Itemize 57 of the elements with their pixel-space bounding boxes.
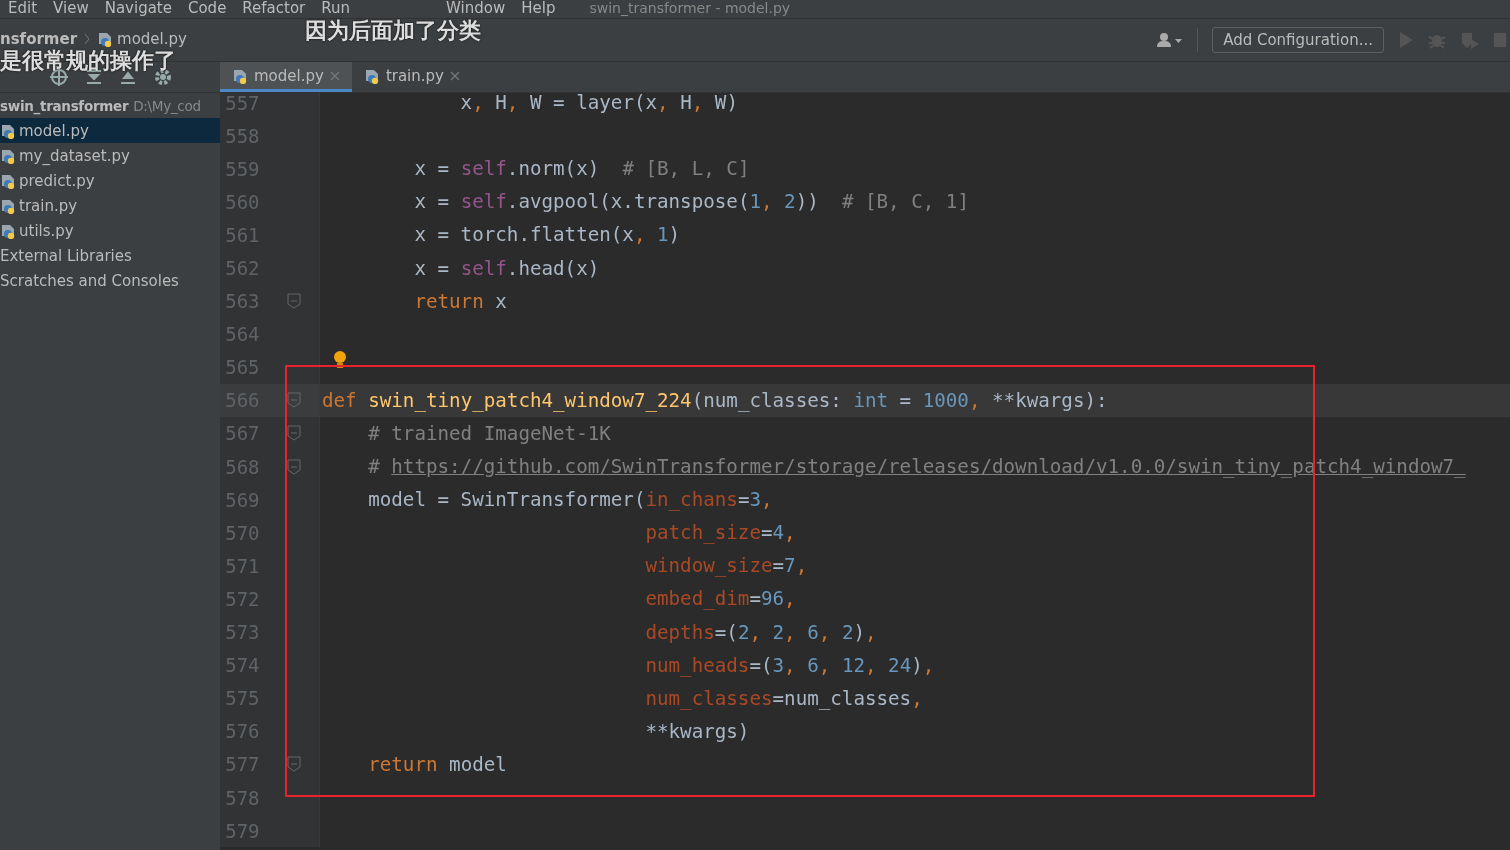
tree-item[interactable]: Scratches and Consoles: [0, 268, 220, 293]
python-file-icon: [0, 197, 16, 214]
menu-item[interactable]: Window: [438, 0, 514, 17]
editor-tab[interactable]: train.py: [351, 62, 472, 92]
tree-item[interactable]: utils.py: [0, 218, 220, 243]
code-line: # trained ImageNet-1K: [367, 422, 611, 445]
code-line: x, H, W = layer(x, H, W): [459, 93, 738, 115]
tree-item[interactable]: External Libraries: [0, 243, 220, 268]
project-path: D:\My_cod: [133, 97, 201, 114]
code-line: return x: [413, 289, 507, 313]
subtitle: 因为后面加了分类: [305, 17, 481, 45]
code-line: x = self.head(x): [413, 256, 600, 280]
close-icon: [329, 70, 340, 81]
menu-item[interactable]: Edit: [0, 0, 46, 17]
subtitle: 是很常规的操作了: [0, 47, 176, 75]
menu-item[interactable]: Refactor: [234, 0, 314, 17]
python-file-icon: [0, 122, 16, 139]
stop-icon: [1494, 32, 1506, 48]
menu-item[interactable]: Navigate: [96, 0, 180, 17]
breadcrumb-item[interactable]: model.py: [117, 30, 187, 48]
chevron-icon: [83, 32, 92, 46]
tree-item[interactable]: my_dataset.py: [0, 143, 220, 168]
tree-item[interactable]: predict.py: [0, 168, 220, 193]
python-file-icon: [363, 67, 380, 84]
menu-item[interactable]: Run: [313, 0, 359, 17]
code-line: x = torch.flatten(x, 1): [413, 223, 681, 247]
code-line: model = SwinTransformer(in_chans=3,: [367, 488, 773, 512]
user-icon: [1157, 32, 1184, 48]
menu-item[interactable]: Code: [179, 0, 235, 17]
code-line: def swin_tiny_patch4_window7_224(num_classes: int = 1000, **kwargs):: [322, 388, 1108, 412]
shield-run-icon: [1460, 31, 1480, 49]
editor-tab[interactable]: model.py: [220, 62, 352, 92]
python-file-icon: [0, 147, 16, 164]
python-file-icon: [0, 172, 16, 189]
code-line: num_heads=(3, 6, 12, 24),: [644, 653, 935, 677]
close-icon: [449, 70, 460, 81]
code-line: window_size=7,: [644, 554, 808, 578]
tree-item[interactable]: model.py: [0, 118, 220, 143]
python-file-icon: [232, 67, 248, 84]
code-line: embed_dim=96,: [644, 587, 796, 611]
menu-item[interactable]: View: [45, 0, 97, 17]
code-line: num_classes=num_classes,: [644, 686, 923, 710]
python-file-icon: [0, 222, 16, 239]
tree-item[interactable]: train.py: [0, 193, 220, 218]
breadcrumb-item[interactable]: nsformer: [0, 30, 78, 48]
code-line: **kwargs): [644, 719, 750, 743]
project-name[interactable]: swin_transformer: [0, 97, 129, 114]
python-file-icon: [97, 31, 114, 47]
window-title: swin_transformer - model.py: [589, 0, 791, 17]
add-configuration-button[interactable]: Add Configuration...: [1212, 27, 1384, 53]
code-line: x = self.avgpool(x.transpose(1, 2)) # [B, C, 1]: [413, 190, 969, 214]
menu-item[interactable]: Help: [513, 0, 564, 17]
code-line: depths=(2, 2, 6, 2),: [644, 620, 877, 644]
run-icon: [1398, 31, 1414, 49]
code-line: x = self.norm(x) # [B, L, C]: [413, 157, 750, 181]
code-line: return model: [367, 752, 507, 776]
code-line: patch_size=4,: [644, 521, 796, 545]
